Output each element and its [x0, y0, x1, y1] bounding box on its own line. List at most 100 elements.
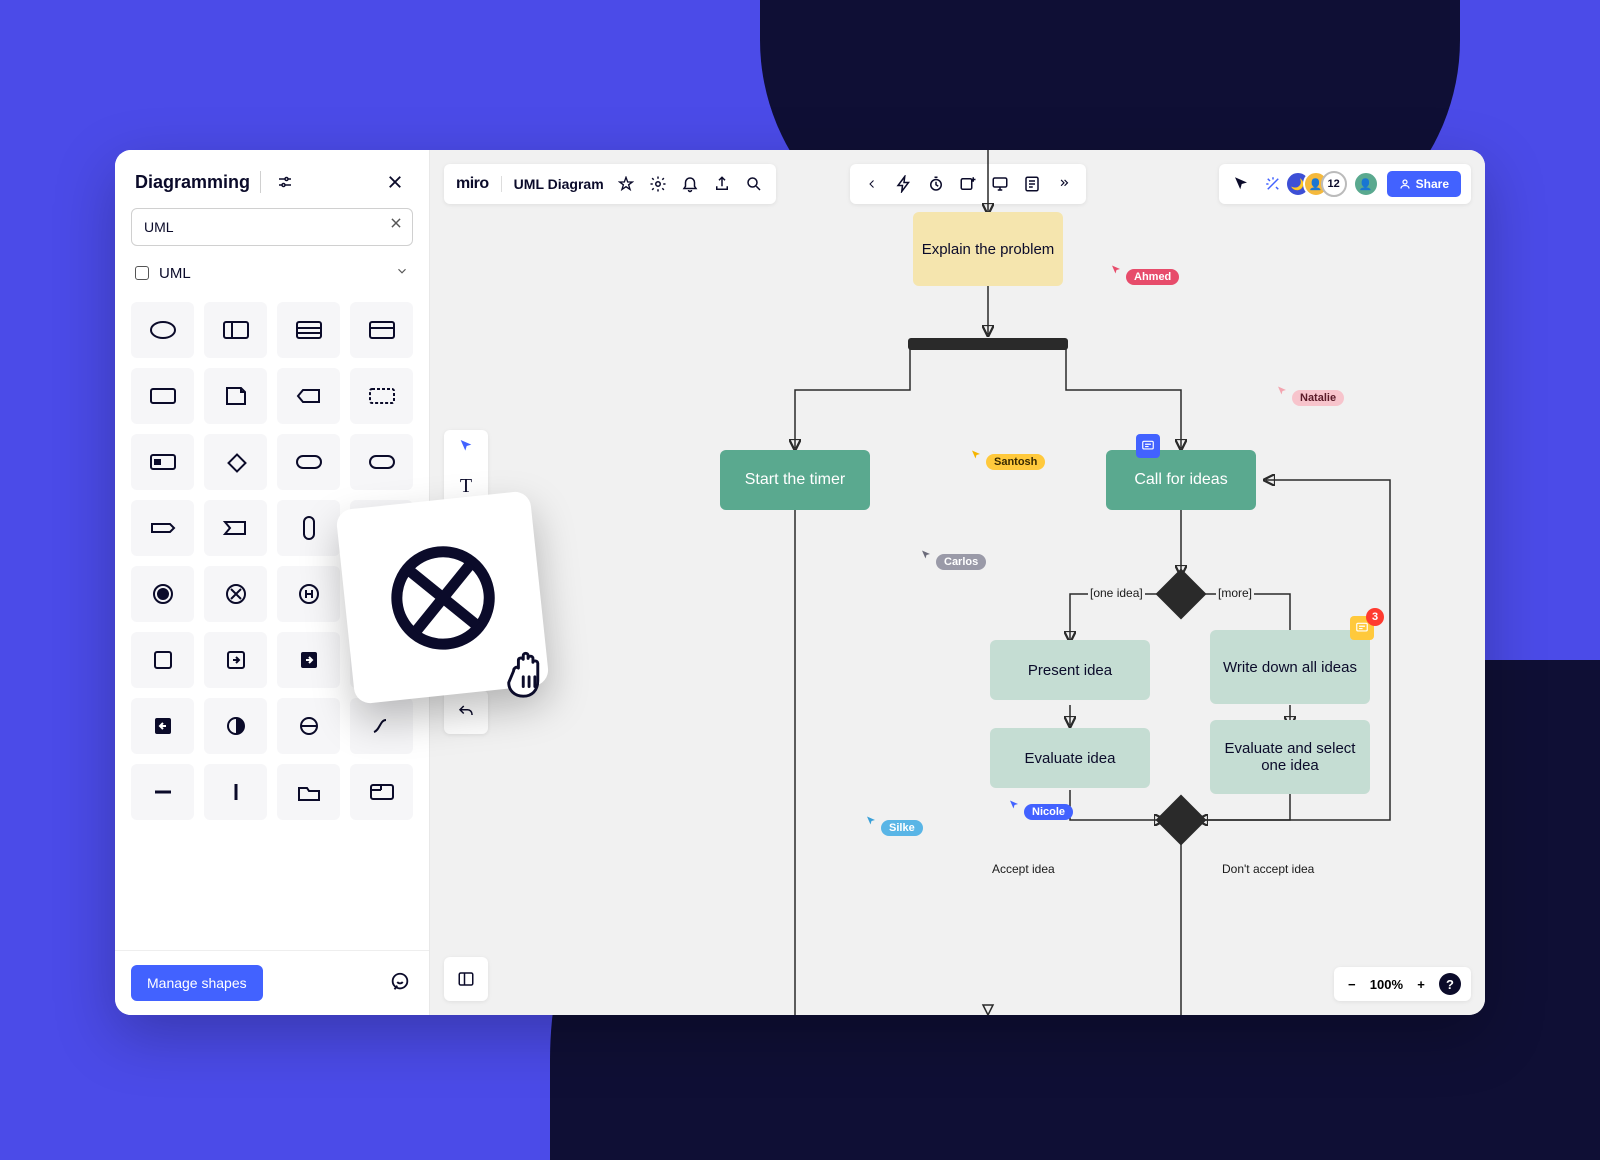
shape-filled-arrow[interactable] [277, 632, 340, 688]
panel-toggle-icon[interactable] [444, 957, 488, 1001]
shape-dashed-rect[interactable] [350, 368, 413, 424]
shape-ellipse[interactable] [131, 302, 194, 358]
node-write-ideas[interactable]: Write down all ideas [1210, 630, 1370, 704]
more-chevrons-icon[interactable] [1050, 170, 1078, 198]
node-explain-problem[interactable]: Explain the problem [913, 212, 1063, 286]
comment-indicator[interactable] [1136, 434, 1160, 458]
document-toolbar: miro UML Diagram [444, 164, 776, 204]
note-icon[interactable] [1018, 170, 1046, 198]
node-evaluate-select[interactable]: Evaluate and select one idea [1210, 720, 1370, 794]
undo-button[interactable] [444, 690, 488, 734]
shape-filled-circle[interactable] [131, 566, 194, 622]
shape-frame[interactable] [131, 434, 194, 490]
search-input[interactable] [131, 208, 413, 246]
share-label: Share [1416, 177, 1449, 191]
shape-circle-x[interactable] [204, 566, 267, 622]
edge-label-more: [more] [1216, 586, 1254, 600]
circle-x-icon [382, 537, 503, 658]
shape-folder[interactable] [277, 764, 340, 820]
search-icon[interactable] [744, 174, 764, 194]
export-icon[interactable] [712, 174, 732, 194]
cursor-label: Nicole [1024, 804, 1073, 820]
shape-window[interactable] [350, 764, 413, 820]
shape-note[interactable] [204, 368, 267, 424]
help-button[interactable]: ? [1439, 973, 1461, 995]
panel-title: Diagramming [135, 172, 250, 193]
shape-container[interactable] [204, 302, 267, 358]
shape-half-circle[interactable] [204, 698, 267, 754]
shape-filled-arrow-left[interactable] [131, 698, 194, 754]
shape-rectangle[interactable] [131, 368, 194, 424]
close-icon[interactable] [381, 168, 409, 196]
decision-ideas[interactable] [1156, 569, 1207, 620]
chevron-down-icon[interactable] [395, 264, 409, 282]
shape-multi-col[interactable] [277, 302, 340, 358]
present-icon[interactable] [986, 170, 1014, 198]
shape-curve[interactable] [350, 698, 413, 754]
cursor-label: Carlos [936, 554, 986, 570]
bolt-icon[interactable] [890, 170, 918, 198]
notification-badge[interactable]: 3 [1366, 608, 1384, 626]
manage-shapes-button[interactable]: Manage shapes [131, 965, 263, 1001]
shape-square[interactable] [131, 632, 194, 688]
shape-hex-card[interactable] [350, 434, 413, 490]
shape-minus[interactable] [131, 764, 194, 820]
shape-tag-left[interactable] [277, 368, 340, 424]
avatar[interactable]: 👤 [1353, 171, 1379, 197]
zoom-level[interactable]: 100% [1370, 977, 1403, 992]
divider [260, 171, 261, 193]
shape-pipe[interactable] [204, 764, 267, 820]
avatar-stack[interactable]: 🌙 👤 12 👤 [1293, 171, 1379, 197]
node-evaluate-idea[interactable]: Evaluate idea [990, 728, 1150, 788]
timer-icon[interactable] [922, 170, 950, 198]
gear-icon[interactable] [648, 174, 668, 194]
cursor-nicole: Nicole [1008, 790, 1073, 820]
category-checkbox[interactable] [135, 266, 149, 280]
edge-label-accept: Accept idea [990, 862, 1057, 876]
canvas[interactable]: miro UML Diagram [430, 150, 1485, 1015]
node-start-timer[interactable]: Start the timer [720, 450, 870, 510]
settings-sliders-icon[interactable] [271, 168, 299, 196]
cursor-label: Natalie [1292, 390, 1344, 406]
add-frame-icon[interactable] [954, 170, 982, 198]
category-row[interactable]: UML [115, 256, 429, 292]
share-button[interactable]: Share [1387, 171, 1461, 197]
edge-label-dont-accept: Don't accept idea [1220, 862, 1316, 876]
chevron-left-icon[interactable] [858, 170, 886, 198]
brand-logo[interactable]: miro [456, 175, 489, 193]
cursor-natalie: Natalie [1276, 376, 1344, 406]
shape-half-empty[interactable] [277, 698, 340, 754]
zoom-in-button[interactable]: + [1413, 977, 1429, 992]
edge-label-one-idea: [one idea] [1088, 586, 1145, 600]
text-tool-icon[interactable]: T [460, 475, 472, 498]
pointer-tool-icon[interactable] [458, 438, 474, 459]
bell-icon[interactable] [680, 174, 700, 194]
shape-square-arrow[interactable] [204, 632, 267, 688]
feedback-icon[interactable] [389, 971, 413, 995]
decision-accept[interactable] [1156, 795, 1207, 846]
shape-rounded-rect[interactable] [277, 434, 340, 490]
avatar-count[interactable]: 12 [1321, 171, 1347, 197]
node-present-idea[interactable]: Present idea [990, 640, 1150, 700]
star-icon[interactable] [616, 174, 636, 194]
shape-arrow-shape[interactable] [204, 500, 267, 556]
search-wrap [115, 208, 429, 256]
shape-circle-h[interactable] [277, 566, 340, 622]
cursor-icon[interactable] [1229, 172, 1253, 196]
cursor-santosh: Santosh [970, 440, 1045, 470]
right-toolbar: 🌙 👤 12 👤 Share [1219, 164, 1471, 204]
search-clear-icon[interactable] [389, 216, 403, 235]
panel-footer: Manage shapes [115, 950, 429, 1015]
shape-diamond[interactable] [204, 434, 267, 490]
panel-header: Diagramming [115, 150, 429, 208]
shape-pill-vert[interactable] [277, 500, 340, 556]
magic-icon[interactable] [1261, 172, 1285, 196]
center-toolbar [850, 164, 1086, 204]
document-title[interactable]: UML Diagram [501, 176, 604, 192]
shape-arrow-right[interactable] [131, 500, 194, 556]
shape-card[interactable] [350, 302, 413, 358]
zoom-out-button[interactable]: − [1344, 977, 1360, 992]
node-call-ideas[interactable]: Call for ideas [1106, 450, 1256, 510]
app-window: Diagramming UML [115, 150, 1485, 1015]
sync-bar[interactable] [908, 338, 1068, 350]
